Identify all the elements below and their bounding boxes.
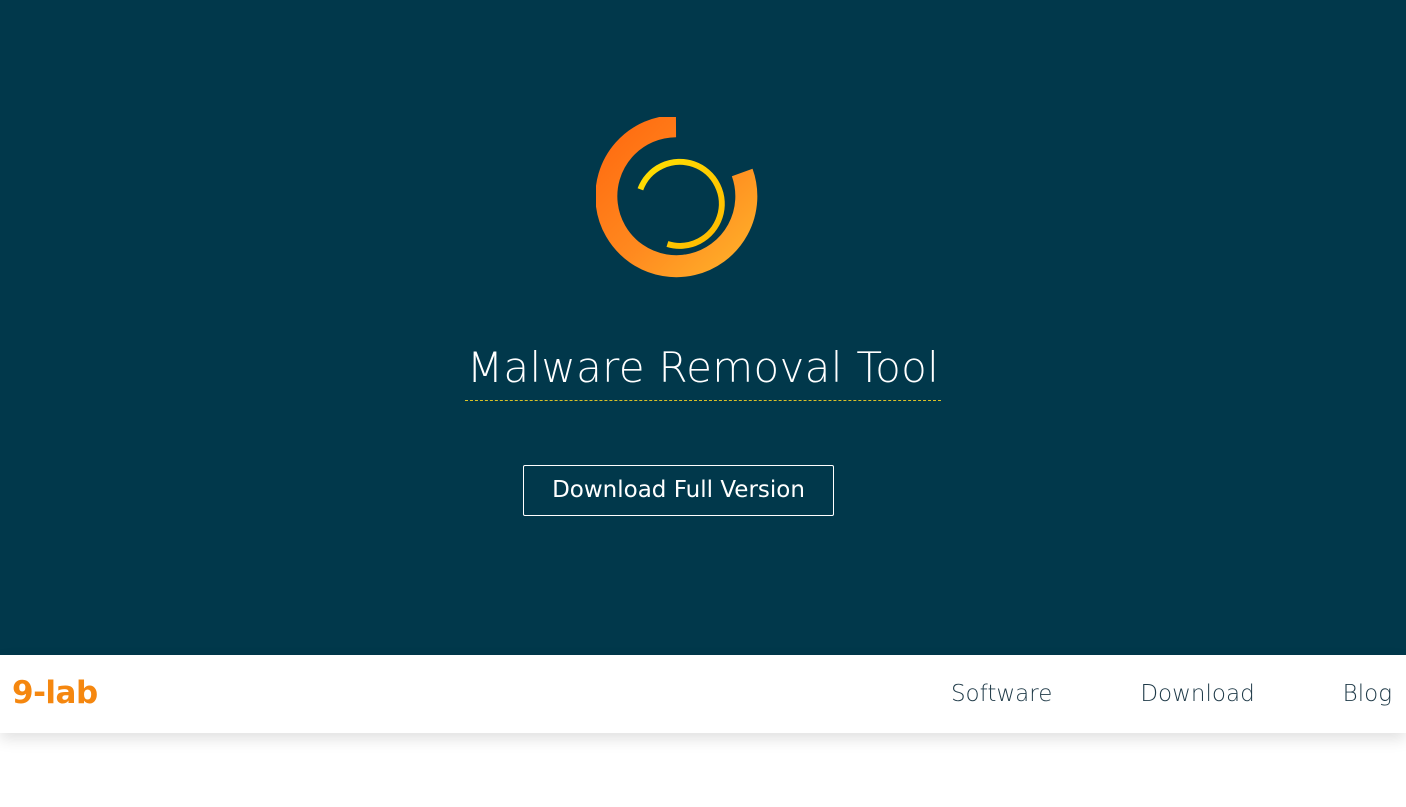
nav-link-software[interactable]: Software: [951, 655, 1052, 733]
top-navbar: 9-lab Software Download Blog: [0, 655, 1406, 733]
download-full-version-button[interactable]: Download Full Version: [523, 465, 834, 516]
orange-ring-logo-icon: [596, 117, 758, 278]
nav-link-blog[interactable]: Blog: [1343, 655, 1392, 733]
brand-logo[interactable]: 9-lab: [12, 671, 98, 715]
page-title: Malware Removal Tool: [464, 340, 942, 401]
page-title-wrap: Malware Removal Tool: [0, 340, 1406, 401]
nav-link-download[interactable]: Download: [1140, 655, 1254, 733]
nav-links: Software Download Blog: [951, 655, 1406, 733]
hero-section: Malware Removal Tool Download Full Versi…: [0, 0, 1406, 655]
